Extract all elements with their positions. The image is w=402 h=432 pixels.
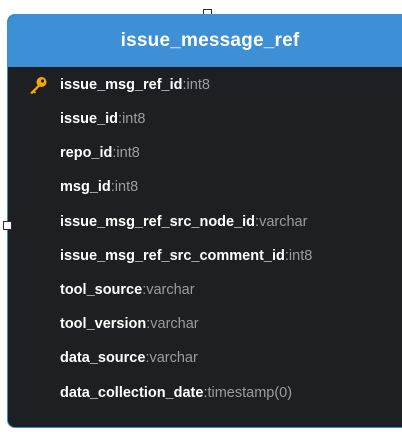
column-row[interactable]: msg_id: int8 (8, 170, 402, 204)
column-type: int8 (186, 76, 210, 93)
column-type: timestamp(0) (207, 384, 293, 401)
column-row[interactable]: issue_msg_ref_src_node_id: varchar (8, 205, 402, 239)
table-title: issue_message_ref (120, 30, 300, 51)
column-row[interactable]: issue_msg_ref_src_comment_id: int8 (8, 239, 402, 273)
column-row[interactable]: tool_version: varchar (8, 307, 402, 341)
column-row[interactable]: issue_msg_ref_id: int8 (8, 67, 402, 102)
column-name: issue_msg_ref_src_comment_id (60, 247, 285, 264)
column-name: tool_source (60, 282, 143, 299)
column-type: int8 (122, 111, 146, 128)
column-name: msg_id (60, 179, 111, 196)
column-row[interactable]: issue_id: int8 (8, 102, 402, 136)
column-name: issue_msg_ref_id (60, 76, 183, 93)
column-row[interactable]: data_collection_date: timestamp(0) (8, 376, 402, 410)
column-list: issue_msg_ref_id: int8 issue_id: int8 repo… (8, 67, 402, 410)
column-name: issue_id (60, 111, 119, 128)
column-name: issue_msg_ref_src_node_id (60, 213, 256, 230)
column-type: int8 (116, 145, 140, 162)
column-type: int8 (114, 179, 139, 196)
column-type: varchar (259, 213, 308, 230)
table-header[interactable]: issue_message_ref (8, 15, 402, 67)
column-row[interactable]: data_source: varchar (8, 341, 402, 375)
column-type: varchar (149, 350, 198, 367)
key-icon (30, 77, 47, 94)
column-name: data_collection_date (60, 384, 204, 401)
table-card[interactable]: issue_message_ref issue_msg_ref_id: int8… (7, 14, 402, 428)
column-name: data_source (60, 350, 146, 367)
column-name: repo_id (60, 145, 113, 162)
connector-handle-left[interactable] (3, 221, 12, 230)
column-row[interactable]: tool_source: varchar (8, 273, 402, 307)
column-type: int8 (288, 247, 313, 264)
column-name: tool_version (60, 316, 147, 333)
column-type: varchar (150, 316, 199, 333)
column-type: varchar (146, 282, 195, 299)
column-row[interactable]: repo_id: int8 (8, 136, 402, 170)
